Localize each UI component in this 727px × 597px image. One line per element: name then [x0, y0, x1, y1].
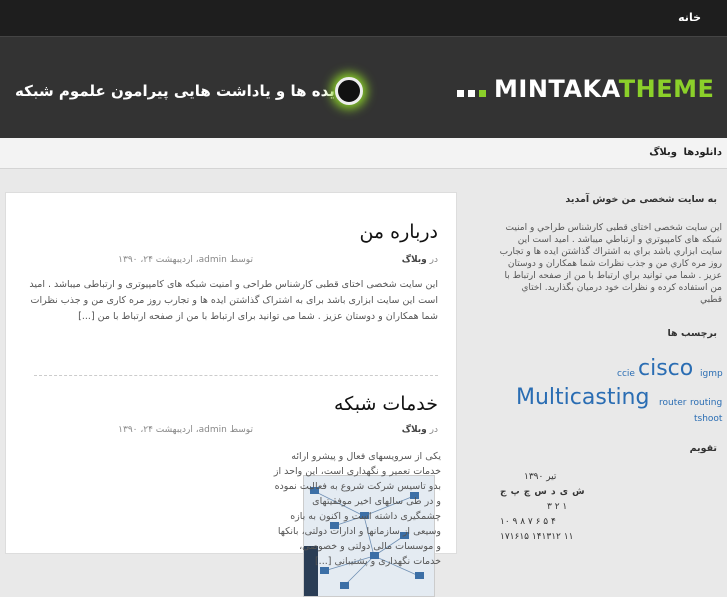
tag-igmp[interactable]: igmp — [700, 369, 723, 379]
calendar-row: ۳ ۲ ۱ — [547, 502, 568, 512]
welcome-title: به سایت شخصی من خوش آمدید — [565, 194, 717, 205]
main-nav: دانلودها وبلاگ — [0, 138, 727, 169]
post-meta: در وبلاگ توسط admin، اردیبهشت ۲۴، ۱۳۹۰ — [118, 255, 438, 265]
calendar-month: تیر ۱۳۹۰ — [524, 472, 557, 482]
post-byline: توسط admin، اردیبهشت ۲۴، ۱۳۹۰ — [118, 255, 253, 265]
post-category-link[interactable]: وبلاگ — [402, 425, 427, 435]
tag-multicasting[interactable]: Multicasting — [516, 385, 649, 410]
calendar-weekdays: ش ی د س چ پ ج — [500, 487, 585, 497]
top-bar: خانه — [0, 0, 727, 36]
home-link[interactable]: خانه — [678, 11, 701, 24]
site-header: MINTAKATHEME ایده ها و یاداشت هایی پیرام… — [0, 36, 727, 139]
nav-item-blog[interactable]: وبلاگ — [649, 147, 677, 158]
tag-router[interactable]: router — [659, 398, 686, 408]
tags-title: برچسب ها — [667, 328, 717, 339]
tag-tshoot[interactable]: tshoot — [694, 414, 722, 424]
glow-orb-icon — [335, 77, 363, 105]
post-title[interactable]: خدمات شبکه — [334, 393, 438, 415]
logo-main-text: MINTAKA — [494, 75, 619, 103]
post-byline: توسط admin، اردیبهشت ۲۴، ۱۳۹۰ — [118, 425, 253, 435]
post-meta: در وبلاگ توسط admin، اردیبهشت ۲۴، ۱۳۹۰ — [118, 425, 438, 435]
calendar-title: تقویم — [689, 443, 717, 454]
nav-item-downloads[interactable]: دانلودها — [684, 147, 723, 158]
logo-accent-text: THEME — [618, 75, 715, 103]
main-content: درباره من در وبلاگ توسط admin، اردیبهشت … — [5, 192, 457, 597]
post-category-link[interactable]: وبلاگ — [402, 255, 427, 265]
site-logo[interactable]: MINTAKATHEME — [457, 75, 714, 103]
tag-cisco[interactable]: cisco — [638, 356, 693, 381]
post-divider — [34, 375, 438, 376]
post-title[interactable]: درباره من — [359, 221, 438, 243]
calendar-row: ۱۰ ۹ ۸ ۷ ۶ ۵ ۴ — [500, 517, 556, 527]
post-excerpt: یکی از سرویسهای فعال و پیشرو ارائه خدمات… — [273, 451, 441, 567]
tag-routing[interactable]: routing — [690, 398, 722, 408]
calendar-row: ۱۷۱۶۱۵ ۱۴۱۳۱۲ ۱۱ — [500, 532, 574, 542]
post-excerpt: این سایت شخصی اختای قطبی کارشناس طراحی و… — [29, 279, 438, 322]
welcome-text: این سایت شخصی اختای قطبی کارشناس طراحي و… — [499, 223, 722, 305]
logo-dots — [457, 75, 490, 103]
site-tagline: ایده ها و یاداشت هایی پیرامون علموم شبکه — [15, 82, 341, 100]
tag-ccie[interactable]: ccie — [617, 369, 635, 379]
